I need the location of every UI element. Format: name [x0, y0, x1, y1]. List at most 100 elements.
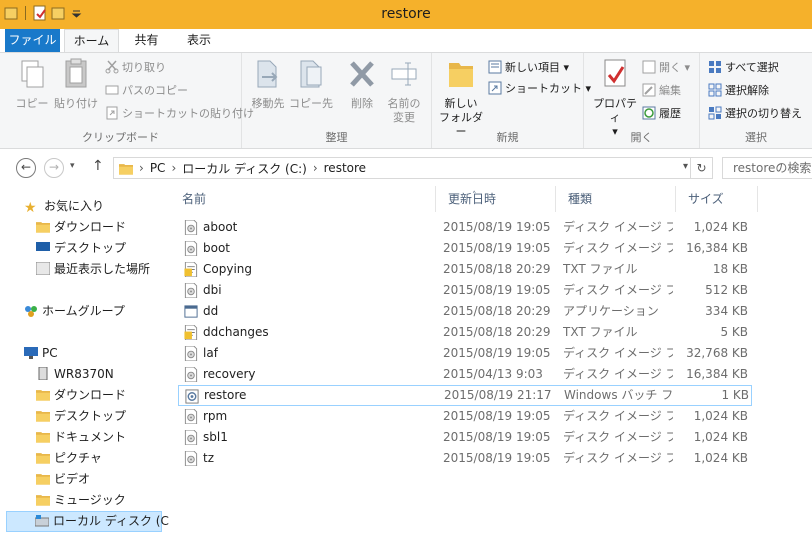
paste-icon	[65, 58, 87, 88]
disk-image-icon	[184, 430, 198, 445]
file-name: sbl1	[203, 430, 228, 444]
column-header-date[interactable]: 更新日時	[436, 186, 556, 212]
drive-icon	[35, 515, 49, 527]
table-row[interactable]: dbi 2015/08/19 19:05 ディスク イメージ ファ... 512 KB	[178, 280, 752, 301]
table-row[interactable]: aboot 2015/08/19 19:05 ディスク イメージ ファ... 1,02…	[178, 217, 752, 238]
file-date: 2015/08/19 19:05	[443, 283, 551, 297]
up-button[interactable]: ↑	[92, 158, 104, 174]
nav-pictures-label: ピクチャ	[54, 451, 102, 465]
file-size: 512 KB	[705, 283, 748, 297]
table-row[interactable]: boot 2015/08/19 19:05 ディスク イメージ ファ... 16,38…	[178, 238, 752, 259]
nav-music[interactable]: ミュージック	[36, 490, 126, 511]
nav-pc-downloads[interactable]: ダウンロード	[36, 385, 126, 406]
file-date: 2015/04/13 9:03	[443, 367, 543, 381]
new-item-button[interactable]: 新しい項目 ▾	[488, 59, 569, 77]
title-bar: restore	[0, 0, 812, 29]
refresh-icon[interactable]: ↻	[690, 158, 712, 178]
nav-wr-label: WR8370N	[54, 367, 114, 381]
nav-wr8370n[interactable]: WR8370N	[36, 364, 114, 385]
search-input[interactable]: restoreの検索	[722, 157, 812, 179]
shortcut-button[interactable]: ショートカット ▾	[488, 80, 591, 98]
tab-share[interactable]: 共有	[124, 29, 169, 53]
tab-home[interactable]: ホーム	[64, 29, 119, 53]
delete-button[interactable]: 削除	[342, 57, 382, 111]
column-date-label: 更新日時	[448, 192, 497, 206]
cut-button[interactable]: 切り取り	[105, 59, 166, 77]
address-box[interactable]: › PC › ローカル ディスク (C:) › restore ▾ ↻	[113, 157, 713, 179]
new-folder-button[interactable]: 新しい フォルダー	[436, 57, 486, 139]
clipboard-group: コピー 貼り付け 切り取り パスのコピー ショートカットの貼り付け クリップボー…	[0, 53, 254, 148]
tab-view[interactable]: 表示	[174, 29, 224, 53]
up-arrow-icon: ↑	[92, 158, 104, 174]
shortcut-icon	[488, 81, 502, 95]
recent-locations-button[interactable]: ▾	[70, 161, 75, 171]
table-row[interactable]: ddchanges 2015/08/18 20:29 TXT ファイル 5 KB	[178, 322, 752, 343]
table-row[interactable]: laf 2015/08/19 19:05 ディスク イメージ ファ... 32,768…	[178, 343, 752, 364]
rename-button[interactable]: 名前の 変更	[382, 57, 426, 125]
nav-music-label: ミュージック	[54, 493, 126, 507]
file-date: 2015/08/19 19:05	[443, 220, 551, 234]
file-type: ディスク イメージ ファ...	[563, 451, 673, 465]
nav-pc-desktop[interactable]: デスクトップ	[36, 406, 126, 427]
nav-homegroup[interactable]: ホームグループ	[24, 301, 125, 322]
nav-videos[interactable]: ビデオ	[36, 469, 90, 490]
table-row[interactable]: sbl1 2015/08/19 19:05 ディスク イメージ ファ... 1,024…	[178, 427, 752, 448]
nav-local-disk[interactable]: ローカル ディスク (C:)	[6, 511, 178, 532]
nav-documents[interactable]: ドキュメント	[36, 427, 126, 448]
open-button[interactable]: 開く ▾	[642, 59, 690, 77]
history-label: 履歴	[659, 107, 681, 120]
back-button[interactable]: ←	[16, 158, 36, 178]
file-date: 2015/08/19 19:05	[443, 451, 551, 465]
invert-selection-button[interactable]: 選択の切り替え	[708, 105, 802, 123]
file-type: TXT ファイル	[563, 325, 638, 339]
forward-button[interactable]: →	[44, 158, 64, 178]
table-row[interactable]: rpm 2015/08/19 19:05 ディスク イメージ ファ... 1,024 …	[178, 406, 752, 427]
nav-downloads-label: ダウンロード	[54, 220, 127, 234]
paste-shortcut-button[interactable]: ショートカットの貼り付け	[105, 105, 254, 123]
nav-downloads[interactable]: ダウンロード	[36, 217, 126, 238]
file-size: 1,024 KB	[693, 409, 748, 423]
history-button[interactable]: 履歴	[642, 105, 681, 123]
paste-button[interactable]: 貼り付け	[52, 57, 100, 111]
copy-path-button[interactable]: パスのコピー	[105, 82, 188, 100]
table-row[interactable]: Copying 2015/08/18 20:29 TXT ファイル 18 KB	[178, 259, 752, 280]
nav-favorites[interactable]: ★ お気に入り	[24, 196, 104, 217]
breadcrumb-pc[interactable]: PC	[150, 161, 166, 175]
nav-pc-label: PC	[42, 346, 58, 360]
table-row[interactable]: dd 2015/08/18 20:29 アプリケーション 334 KB	[178, 301, 752, 322]
nav-pc[interactable]: PC	[24, 343, 58, 364]
table-row[interactable]: tz 2015/08/19 19:05 ディスク イメージ ファ... 1,024 K…	[178, 448, 752, 469]
nav-desktop[interactable]: デスクトップ	[36, 238, 126, 259]
move-to-button[interactable]: 移動先	[246, 57, 290, 111]
nav-pictures[interactable]: ピクチャ	[36, 448, 102, 469]
table-row[interactable]: restore 2015/08/19 21:17 Windows バッチ フ... 1…	[178, 385, 752, 406]
tab-file[interactable]: ファイル	[5, 29, 60, 53]
file-size: 18 KB	[712, 262, 748, 276]
table-row[interactable]: recovery 2015/04/13 9:03 ディスク イメージ ファ... 16…	[178, 364, 752, 385]
history-icon	[642, 106, 656, 120]
copy-to-icon	[300, 60, 322, 88]
text-file-icon	[184, 325, 198, 340]
column-header-name[interactable]: 名前 ˄	[170, 186, 477, 212]
application-icon	[184, 304, 198, 319]
disk-image-icon	[184, 409, 198, 424]
edit-button[interactable]: 編集	[642, 82, 681, 100]
new-group-label: 新規	[496, 131, 519, 144]
nav-recent[interactable]: 最近表示した場所	[36, 259, 150, 280]
column-header-size[interactable]: サイズ	[676, 186, 758, 212]
column-header-type[interactable]: 種類	[556, 186, 676, 212]
copy-to-button[interactable]: コピー先	[288, 57, 334, 111]
file-name: tz	[203, 451, 215, 465]
address-dropdown-icon[interactable]: ▾	[683, 161, 688, 172]
select-all-button[interactable]: すべて選択	[708, 59, 779, 77]
open-group: プロパティ ▾ 開く ▾ 編集 履歴 開く	[584, 53, 700, 148]
breadcrumb-restore[interactable]: restore	[324, 161, 366, 175]
select-all-icon	[709, 61, 721, 73]
paste-label: 貼り付け	[54, 97, 98, 110]
select-all-label: すべて選択	[725, 61, 779, 74]
copy-button[interactable]: コピー	[12, 57, 52, 111]
breadcrumb-local-disk[interactable]: ローカル ディスク (C:)	[182, 160, 307, 177]
properties-button[interactable]: プロパティ ▾	[590, 57, 640, 139]
chevron-right-icon: ›	[139, 161, 144, 175]
select-none-button[interactable]: 選択解除	[708, 82, 769, 100]
